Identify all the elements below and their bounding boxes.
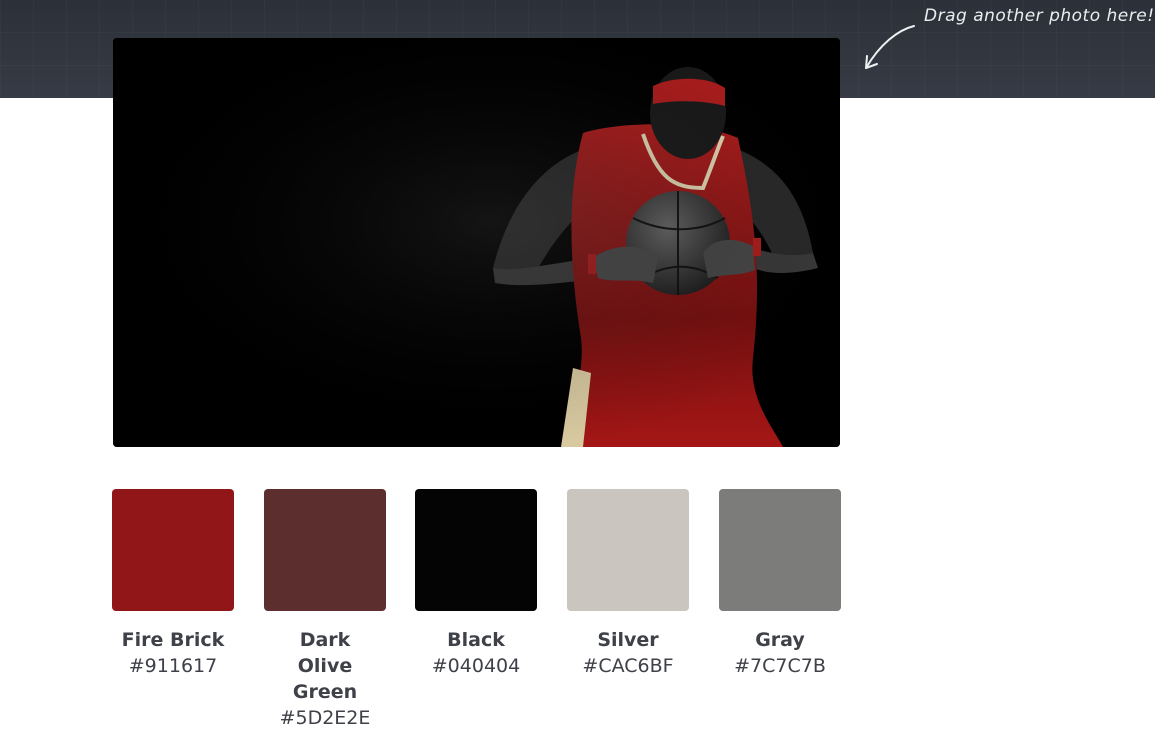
drag-photo-hint: Drag another photo here!: [924, 6, 1155, 26]
color-chip[interactable]: [567, 489, 689, 611]
color-name: Black: [447, 629, 505, 651]
color-name: Silver: [597, 629, 659, 651]
color-name: Gray: [755, 629, 805, 651]
palette-swatch: Fire Brick #911617: [112, 489, 234, 680]
color-chip[interactable]: [719, 489, 841, 611]
uploaded-photo[interactable]: [113, 38, 840, 447]
color-hex: #CAC6BF: [582, 655, 674, 677]
curved-arrow-icon: [865, 25, 915, 69]
palette-swatch: Gray #7C7C7B: [719, 489, 841, 680]
palette-swatch: Black #040404: [415, 489, 537, 680]
palette-swatch: Silver #CAC6BF: [567, 489, 689, 680]
color-hex: #040404: [431, 655, 521, 677]
palette-swatch: Dark Olive Green #5D2E2E: [264, 489, 386, 732]
color-name: Fire Brick: [121, 629, 225, 651]
color-hex: #5D2E2E: [279, 707, 371, 729]
color-hex: #911617: [128, 655, 218, 677]
color-name: Dark Olive Green: [292, 629, 358, 703]
photo-illustration: [113, 38, 840, 447]
color-chip[interactable]: [415, 489, 537, 611]
color-chip[interactable]: [264, 489, 386, 611]
color-hex: #7C7C7B: [734, 655, 826, 677]
color-chip[interactable]: [112, 489, 234, 611]
